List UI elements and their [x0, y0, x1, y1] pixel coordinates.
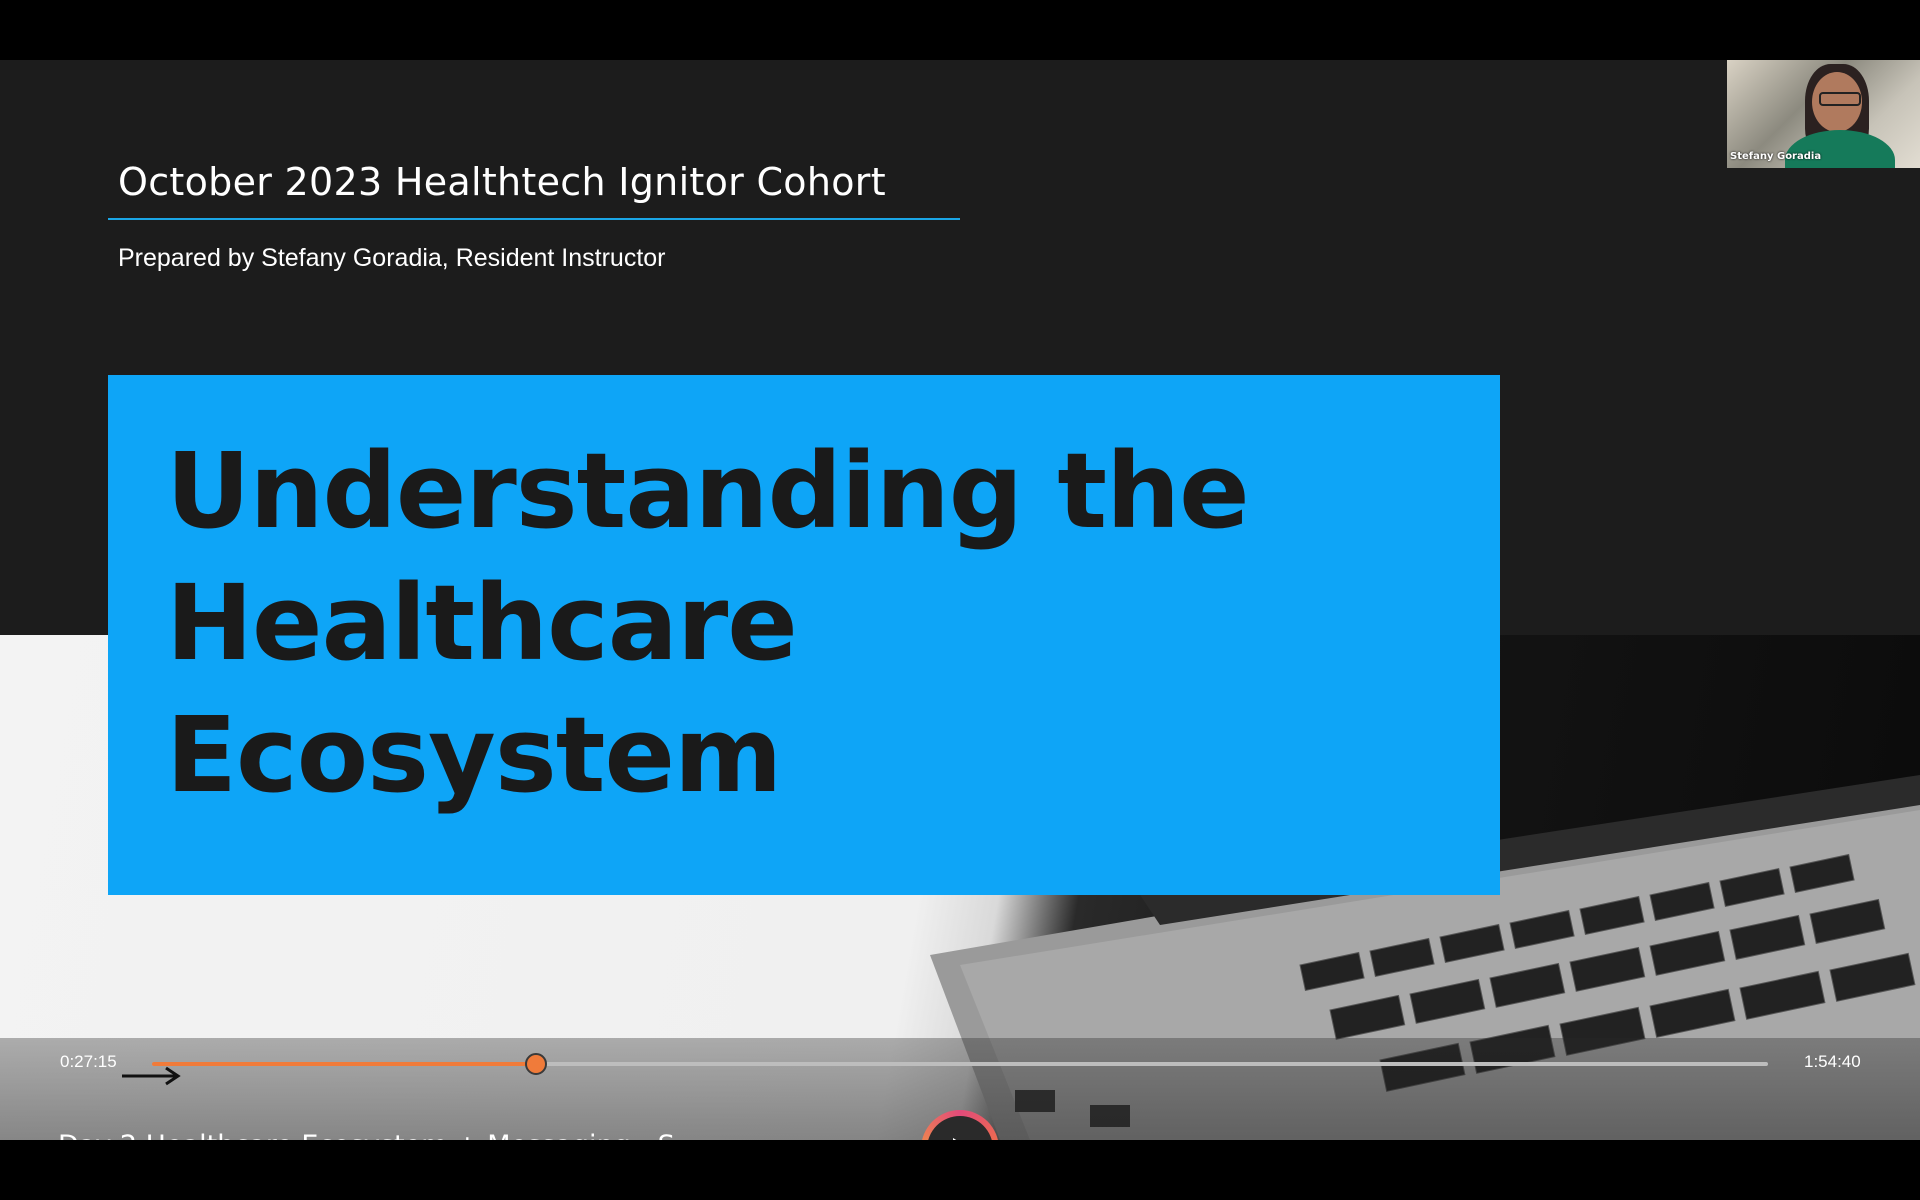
seek-bar-progress	[152, 1062, 537, 1066]
video-frame: October 2023 Healthtech Ignitor Cohort P…	[0, 60, 1920, 1140]
title-underline	[108, 218, 960, 220]
webcam-name-label: Stefany Goradia	[1730, 151, 1822, 162]
play-button[interactable]	[921, 1110, 999, 1140]
arrow-icon	[122, 1066, 181, 1086]
previous-button[interactable]	[798, 1132, 838, 1140]
play-icon	[953, 1138, 957, 1140]
slide-prepared-by: Prepared by Stefany Goradia, Resident In…	[118, 244, 666, 272]
repeat-button[interactable]	[1148, 1132, 1188, 1140]
slide-heading-line-1: Understanding the	[166, 430, 1250, 552]
exit-fullscreen-button[interactable]	[1699, 1132, 1739, 1140]
slide-heading-line-3: Ecosystem	[166, 694, 782, 816]
rewind-10-icon: 10	[868, 1137, 898, 1140]
slide-cohort-title: October 2023 Healthtech Ignitor Cohort	[118, 160, 886, 204]
rewind-10-button[interactable]: 10	[863, 1132, 903, 1140]
volume-button[interactable]	[1633, 1132, 1673, 1140]
exit-fullscreen-icon	[1705, 1138, 1733, 1140]
repeat-off-icon	[1154, 1138, 1182, 1140]
volume-icon	[1639, 1138, 1667, 1140]
more-options-button[interactable]	[1830, 1132, 1870, 1140]
captions-button[interactable]	[1567, 1132, 1607, 1140]
media-title: Day 2 Healthcare Ecosystem + Messaging -…	[58, 1130, 701, 1140]
previous-icon	[805, 1139, 831, 1140]
more-icon	[1836, 1138, 1864, 1140]
elapsed-time: 0:27:15	[60, 1052, 117, 1071]
slide-heading-box: Understanding the Healthcare Ecosystem	[108, 375, 1500, 895]
next-button[interactable]	[1082, 1132, 1122, 1140]
forward-30-icon: 30	[1022, 1137, 1052, 1140]
slide-heading-line-2: Healthcare	[166, 562, 798, 684]
seek-bar-thumb[interactable]	[525, 1053, 548, 1075]
total-duration: 1:54:40	[1804, 1052, 1861, 1071]
mini-player-button[interactable]	[1764, 1132, 1804, 1140]
webcam-thumbnail: Stefany Goradia	[1727, 60, 1920, 168]
seek-bar[interactable]	[152, 1053, 1768, 1075]
forward-30-button[interactable]: 30	[1017, 1132, 1057, 1140]
shuffle-button[interactable]	[732, 1132, 772, 1140]
mini-player-icon	[1770, 1138, 1798, 1140]
shuffle-icon	[738, 1138, 766, 1140]
next-icon	[1089, 1139, 1115, 1140]
player-controls: 0:27:15 1:54:40 Day 2 Healthcare Ecosyst…	[0, 1038, 1920, 1140]
